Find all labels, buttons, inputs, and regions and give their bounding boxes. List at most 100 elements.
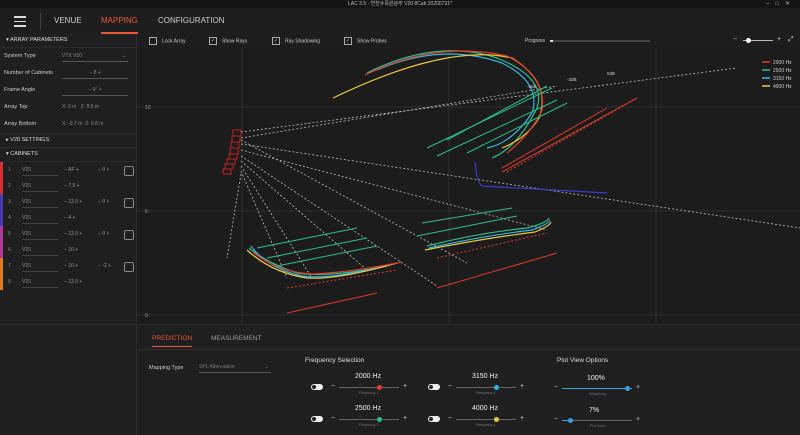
cabinet-row[interactable]: 8 V20 − 12.5 + bbox=[0, 274, 136, 290]
cabinet-color-bar bbox=[0, 178, 3, 194]
show-probes-checkbox[interactable]: ✓ Show Probes bbox=[344, 37, 387, 45]
plot-zoom-slider[interactable] bbox=[562, 418, 632, 423]
plot-svg: 10 6 0 0 10 20 bbox=[137, 48, 800, 330]
frequency-3-toggle[interactable] bbox=[428, 384, 440, 390]
plot-zoom-knob[interactable] bbox=[568, 418, 573, 423]
cabinet-row[interactable]: 6 V20 − 10 + bbox=[0, 242, 136, 258]
frequency-4-knob[interactable] bbox=[494, 417, 499, 422]
minus-icon[interactable]: − bbox=[448, 415, 452, 422]
cabinet-row[interactable]: 3 V20 − 12.5 + − 0 + bbox=[0, 194, 136, 210]
minus-icon[interactable]: − bbox=[448, 383, 452, 390]
cabinet-row[interactable]: 1 V20 − AF + − 0 + bbox=[0, 162, 136, 178]
fullscreen-icon[interactable]: ⤢ bbox=[788, 36, 794, 44]
cabinet-angle-stepper[interactable]: − AF + bbox=[64, 165, 79, 175]
mapping-type-select[interactable]: SPL Attenuation ⌄ bbox=[199, 363, 271, 373]
cabinet-angle-stepper[interactable]: − 4 + bbox=[64, 213, 75, 223]
cabinet-model-select[interactable]: V20 bbox=[22, 245, 58, 256]
cabinet-angle-stepper[interactable]: − 12.5 + bbox=[64, 277, 82, 287]
sidebar: ▾ ARRAY PARAMETERS System Type VTX V20 ⌄ … bbox=[0, 34, 137, 324]
tab-mapping[interactable]: MAPPING bbox=[101, 16, 138, 34]
array-bottom-fields[interactable]: X: -0.7 m Z: 6.8 m bbox=[62, 120, 128, 129]
num-cabinets-stepper[interactable]: − 8 + bbox=[62, 69, 128, 79]
array-top-fields[interactable]: X: 0 m Z: 8.9 m bbox=[62, 103, 128, 112]
cabinet-response-icon[interactable] bbox=[124, 166, 134, 176]
frequency-3-slider[interactable] bbox=[456, 385, 516, 390]
cabinet-model: V20 bbox=[22, 247, 31, 253]
minus-icon[interactable]: − bbox=[331, 415, 335, 422]
frequency-1-value: 2000 Hz bbox=[355, 373, 382, 380]
cabinet-model-select[interactable]: V20 bbox=[22, 181, 58, 192]
cabinet-response-icon[interactable] bbox=[124, 230, 134, 240]
cabinet-angle-stepper[interactable]: − 12.5 + bbox=[64, 229, 82, 239]
ray-shadowing-checkbox[interactable]: ✓ Ray Shadowing bbox=[272, 37, 320, 45]
cabinet-model-select[interactable]: V20 bbox=[22, 277, 58, 288]
window-controls[interactable]: –□✕ bbox=[766, 0, 796, 8]
frequency-2-toggle[interactable] bbox=[311, 416, 323, 422]
cabinet-model-select[interactable]: V20 bbox=[22, 229, 58, 240]
cabinet-angle-stepper[interactable]: − 12.5 + bbox=[64, 197, 82, 207]
cabinet-model-select[interactable]: V20 bbox=[22, 197, 58, 208]
cabinet-angle-stepper[interactable]: − 10 + bbox=[64, 245, 78, 255]
plus-icon[interactable]: + bbox=[520, 383, 524, 390]
array-top-x[interactable]: 0 m bbox=[68, 104, 76, 110]
minus-icon[interactable]: − bbox=[554, 384, 558, 391]
tab-measurement[interactable]: MEASUREMENT bbox=[211, 335, 262, 342]
tab-prediction[interactable]: PREDICTION bbox=[152, 335, 193, 347]
frequency-2-knob[interactable] bbox=[377, 417, 382, 422]
cabinet-angle-stepper[interactable]: − 10 + bbox=[64, 261, 78, 271]
frequency-4-slider[interactable] bbox=[456, 417, 516, 422]
frequency-1-toggle[interactable] bbox=[311, 384, 323, 390]
cabinet-model-select[interactable]: V20 bbox=[22, 261, 58, 272]
cabinet-offset-stepper[interactable]: − 0 + bbox=[98, 229, 109, 239]
array-bottom-z[interactable]: 6.8 m bbox=[91, 121, 104, 127]
tab-configuration[interactable]: CONFIGURATION bbox=[158, 16, 225, 25]
array-bottom-x[interactable]: -0.7 m bbox=[68, 121, 82, 127]
frequency-1-slider[interactable] bbox=[339, 385, 399, 390]
mapping-plot[interactable]: 10 6 0 0 10 20 bbox=[137, 48, 800, 330]
cabinet-color-bar bbox=[0, 194, 3, 210]
zoom-out-icon[interactable]: − bbox=[733, 36, 737, 43]
frequency-3-knob[interactable] bbox=[494, 385, 499, 390]
smoothing-slider[interactable] bbox=[562, 386, 632, 391]
cabinet-offset-stepper[interactable]: − 0 + bbox=[98, 197, 109, 207]
zoom-in-icon[interactable]: + bbox=[777, 36, 781, 43]
v20-settings-header[interactable]: ▸ V20 SETTINGS bbox=[0, 133, 136, 148]
minus-icon[interactable]: − bbox=[331, 383, 335, 390]
cabinet-response-icon[interactable] bbox=[124, 262, 134, 272]
cabinet-model-select[interactable]: V20 bbox=[22, 165, 58, 176]
frequency-2-slider[interactable] bbox=[339, 417, 399, 422]
zoom-slider[interactable] bbox=[743, 38, 773, 43]
frame-angle-stepper[interactable]: − 9° + bbox=[62, 86, 128, 96]
cabinet-offset-stepper[interactable]: − -2 + bbox=[98, 261, 111, 271]
cabinets-header[interactable]: ▾ CABINETS bbox=[0, 148, 136, 162]
zoom-knob[interactable] bbox=[746, 38, 751, 43]
cabinet-row[interactable]: 5 V20 − 12.5 + − 0 + bbox=[0, 226, 136, 242]
plus-icon[interactable]: + bbox=[636, 384, 640, 391]
cabinet-angle-stepper[interactable]: − 7.5 + bbox=[64, 181, 80, 191]
plus-icon[interactable]: + bbox=[403, 383, 407, 390]
plus-icon[interactable]: + bbox=[403, 415, 407, 422]
tab-venue[interactable]: VENUE bbox=[54, 16, 82, 25]
cabinet-offset-stepper[interactable]: − 0 + bbox=[98, 165, 109, 175]
smoothing-knob[interactable] bbox=[625, 386, 630, 391]
frequency-2-value: 2500 Hz bbox=[355, 405, 382, 412]
cabinet-row[interactable]: 4 V20 − 4 + bbox=[0, 210, 136, 226]
plus-icon[interactable]: + bbox=[636, 416, 640, 423]
cabinet-number: 4 bbox=[8, 215, 11, 221]
frequency-4-toggle[interactable] bbox=[428, 416, 440, 422]
show-rays-checkbox[interactable]: ✓ Show Rays bbox=[209, 37, 247, 45]
array-top-z[interactable]: 8.9 m bbox=[86, 104, 99, 110]
v20-settings-title: V20 SETTINGS bbox=[10, 137, 50, 143]
system-type-select[interactable]: VTX V20 ⌄ bbox=[62, 52, 128, 62]
array-parameters-header[interactable]: ▾ ARRAY PARAMETERS bbox=[0, 34, 136, 48]
cabinet-row[interactable]: 7 V20 − 10 + − -2 + bbox=[0, 258, 136, 274]
frequency-1-knob[interactable] bbox=[377, 385, 382, 390]
minus-icon[interactable]: − bbox=[554, 416, 558, 423]
lock-array-checkbox[interactable]: Lock Array bbox=[149, 37, 186, 45]
plus-icon[interactable]: + bbox=[520, 415, 524, 422]
cabinet-row[interactable]: 2 V20 − 7.5 + bbox=[0, 178, 136, 194]
cabinet-model-select[interactable]: V20 bbox=[22, 213, 58, 224]
cabinet-response-icon[interactable] bbox=[124, 198, 134, 208]
menu-icon[interactable] bbox=[14, 16, 26, 27]
mapping-type-value: SPL Attenuation bbox=[199, 364, 235, 370]
